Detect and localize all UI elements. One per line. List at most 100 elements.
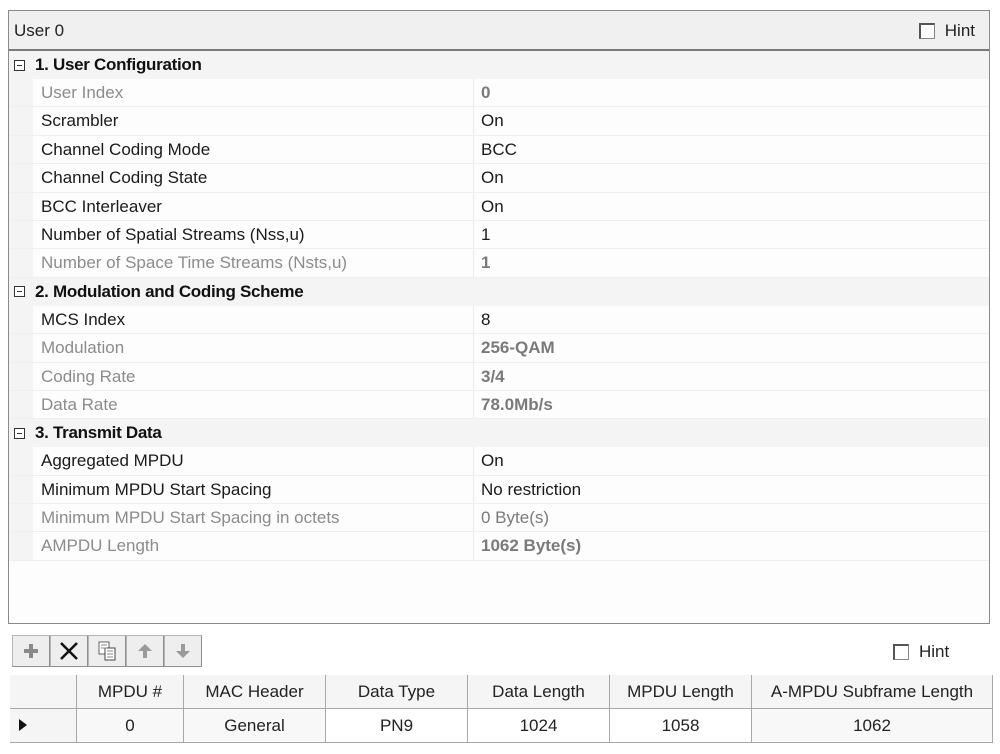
category-1-user-configuration[interactable]: 1. User Configuration	[9, 51, 989, 79]
hint-checkbox-top[interactable]: Hint	[918, 21, 975, 41]
move-up-button[interactable]	[126, 635, 164, 667]
cell-mpdu-number[interactable]: 0	[76, 708, 184, 743]
property-row-coding-rate: Coding Rate 3/4	[9, 362, 989, 391]
property-value[interactable]: BCC	[474, 136, 989, 163]
property-name: User Index	[33, 79, 474, 107]
property-name: Aggregated MPDU	[33, 447, 474, 475]
row-gutter	[9, 220, 33, 249]
copy-icon	[98, 641, 116, 661]
property-name: Channel Coding Mode	[33, 135, 474, 164]
property-value[interactable]: 8	[474, 306, 989, 333]
property-value[interactable]: On	[474, 164, 989, 191]
property-row-number-of-space-time-streams-nsts-u: Number of Space Time Streams (Nsts,u) 1	[9, 249, 989, 278]
row-gutter	[9, 390, 33, 419]
table-header-row: MPDU # MAC Header Data Type Data Length …	[10, 675, 993, 709]
property-name: Number of Space Time Streams (Nsts,u)	[33, 249, 474, 277]
property-row-channel-coding-mode[interactable]: Channel Coding Mode BCC	[9, 135, 989, 165]
property-row-channel-coding-state[interactable]: Channel Coding State On	[9, 164, 989, 193]
row-gutter	[9, 305, 33, 334]
category-title: 3. Transmit Data	[35, 423, 162, 443]
property-value[interactable]: On	[474, 193, 989, 220]
mpdu-table: MPDU # MAC Header Data Type Data Length …	[10, 675, 993, 743]
column-header-data-length[interactable]: Data Length	[467, 675, 610, 709]
delete-mpdu-button[interactable]	[50, 635, 88, 667]
row-gutter	[9, 107, 33, 135]
checkbox-icon[interactable]	[918, 23, 935, 39]
property-row-mcs-index[interactable]: MCS Index 8	[9, 305, 989, 335]
hint-label: Hint	[944, 21, 975, 40]
copy-mpdu-button[interactable]	[88, 635, 126, 667]
row-gutter	[9, 79, 33, 107]
user-config-panel: User 0 Hint 1. User Configuration User In…	[8, 10, 990, 624]
property-name: Modulation	[33, 334, 474, 362]
cell-ampdu-subframe-length[interactable]: 1062	[751, 708, 993, 743]
row-gutter	[9, 362, 33, 390]
property-value[interactable]: On	[474, 107, 989, 134]
property-row-ampdu-length: AMPDU Length 1062 Byte(s)	[9, 532, 989, 561]
property-value: 0 Byte(s)	[481, 508, 550, 528]
table-row[interactable]: 0 General PN9 1024 1058 1062	[10, 708, 993, 743]
column-header-mpdu-length[interactable]: MPDU Length	[609, 675, 752, 709]
plus-icon	[24, 644, 38, 658]
arrow-down-icon	[176, 644, 190, 658]
property-row-user-index: User Index 0	[9, 79, 989, 108]
row-gutter	[9, 249, 33, 277]
panel-title: User 0	[14, 21, 65, 40]
column-header-data-type[interactable]: Data Type	[325, 675, 468, 709]
row-gutter	[9, 532, 33, 560]
row-gutter	[9, 334, 33, 362]
hint-checkbox-bottom[interactable]: Hint	[893, 642, 949, 662]
property-value: 1062 Byte(s)	[481, 536, 582, 556]
column-header-mac-header[interactable]: MAC Header	[183, 675, 326, 709]
column-header-ampdu-subframe-length[interactable]: A-MPDU Subframe Length	[751, 675, 993, 709]
property-value: 3/4	[481, 366, 505, 386]
cell-mpdu-length[interactable]: 1058	[609, 708, 752, 743]
property-name: Scrambler	[33, 107, 474, 135]
property-row-aggregated-mpdu[interactable]: Aggregated MPDU On	[9, 447, 989, 476]
row-gutter	[9, 447, 33, 475]
property-value: 256-QAM	[481, 338, 555, 358]
property-name: Coding Rate	[33, 362, 474, 390]
row-gutter	[9, 475, 33, 504]
property-row-number-of-spatial-streams-nss-u[interactable]: Number of Spatial Streams (Nss,u) 1	[9, 220, 989, 250]
row-gutter	[9, 192, 33, 220]
category-3-transmit-data[interactable]: 3. Transmit Data	[9, 419, 989, 448]
property-value[interactable]: On	[474, 447, 989, 474]
cell-mac-header[interactable]: General	[183, 708, 326, 743]
property-row-bcc-interleaver[interactable]: BCC Interleaver On	[9, 192, 989, 221]
move-down-button[interactable]	[164, 635, 202, 667]
mpdu-toolbar	[12, 635, 202, 667]
property-row-scrambler[interactable]: Scrambler On	[9, 107, 989, 136]
property-value: 0	[481, 83, 491, 102]
x-icon	[60, 642, 78, 660]
property-grid: 1. User Configuration User Index 0 Scramble…	[9, 51, 989, 561]
property-name: MCS Index	[33, 305, 474, 334]
property-name: BCC Interleaver	[33, 192, 474, 220]
row-selector[interactable]	[10, 708, 77, 743]
column-header-mpdu-number[interactable]: MPDU #	[76, 675, 184, 709]
collapse-icon[interactable]	[14, 59, 25, 71]
add-mpdu-button[interactable]	[12, 635, 50, 667]
cell-data-type[interactable]: PN9	[325, 708, 468, 743]
row-pointer-icon	[19, 718, 27, 731]
collapse-icon[interactable]	[14, 427, 25, 439]
property-row-modulation: Modulation 256-QAM	[9, 334, 989, 363]
property-name: Channel Coding State	[33, 164, 474, 192]
property-row-minimum-mpdu-start-spacing-in-octets: Minimum MPDU Start Spacing in octets 0 By…	[9, 504, 989, 533]
collapse-icon[interactable]	[14, 286, 25, 298]
arrow-up-icon	[138, 644, 152, 658]
category-title: 1. User Configuration	[35, 55, 202, 74]
property-name: Data Rate	[33, 390, 474, 419]
property-name: Minimum MPDU Start Spacing in octets	[33, 504, 474, 532]
checkbox-icon[interactable]	[893, 644, 909, 660]
property-value[interactable]: No restriction	[474, 476, 989, 503]
row-header-corner	[10, 675, 77, 709]
row-gutter	[9, 135, 33, 164]
property-value[interactable]: 1	[474, 221, 989, 248]
property-name: AMPDU Length	[33, 532, 474, 560]
category-2-modulation-and-coding-scheme[interactable]: 2. Modulation and Coding Scheme	[9, 277, 989, 306]
row-gutter	[9, 164, 33, 192]
cell-data-length[interactable]: 1024	[467, 708, 610, 743]
property-row-minimum-mpdu-start-spacing[interactable]: Minimum MPDU Start Spacing No restriction	[9, 475, 989, 505]
row-gutter	[9, 504, 33, 532]
